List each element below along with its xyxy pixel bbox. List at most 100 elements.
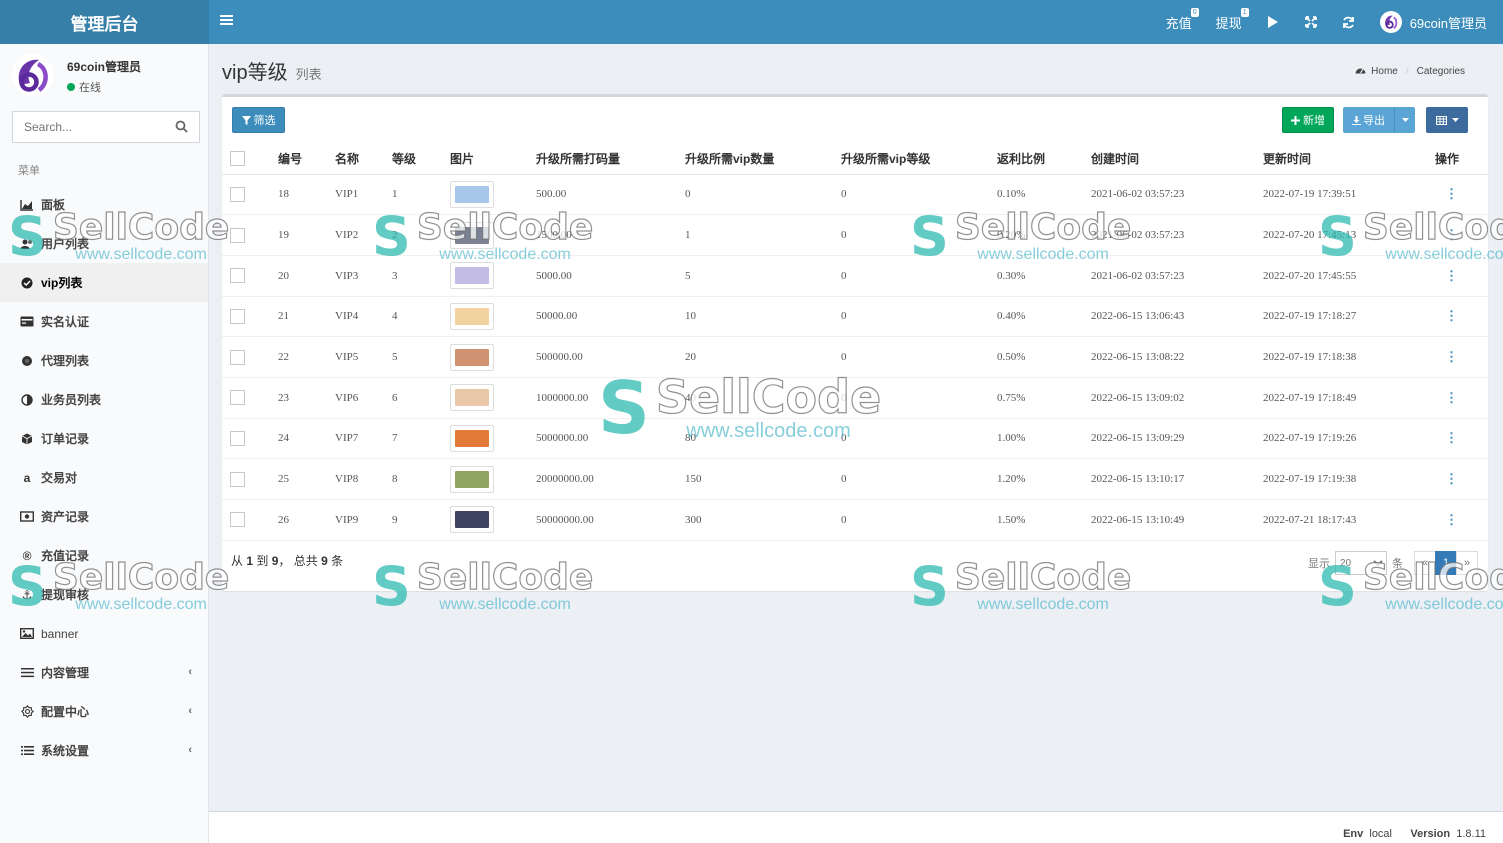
vip-thumbnail[interactable] xyxy=(450,465,494,493)
dashboard-icon xyxy=(1355,65,1366,77)
sidebar-item-realname[interactable]: 实名认证 xyxy=(0,302,208,341)
breadcrumb-home[interactable]: Home xyxy=(1371,66,1398,77)
sidebar-item-content[interactable]: 内容管理 ‹ xyxy=(0,653,208,692)
user-menu[interactable]: 69coin管理员 xyxy=(1368,0,1503,44)
row-actions-icon[interactable]: ⋮ xyxy=(1445,471,1458,486)
sidebar-item-config[interactable]: 配置中心 ‹ xyxy=(0,692,208,731)
select-all-checkbox[interactable] xyxy=(230,151,245,167)
page-1-button[interactable]: 1 xyxy=(1435,551,1457,575)
vip-thumbnail[interactable] xyxy=(450,221,494,249)
vip-thumbnail[interactable] xyxy=(450,424,494,452)
row-checkbox[interactable] xyxy=(230,227,245,243)
row-actions-icon[interactable]: ⋮ xyxy=(1445,268,1458,283)
vip-thumbnail[interactable] xyxy=(450,343,494,371)
column-selector-button[interactable] xyxy=(1426,107,1468,133)
row-checkbox[interactable] xyxy=(230,512,245,528)
sidebar-item-salesmen[interactable]: 业务员列表 xyxy=(0,380,208,419)
export-label: 导出 xyxy=(1363,115,1385,127)
sidebar-item-banner[interactable]: banner xyxy=(0,614,208,653)
money-icon xyxy=(20,510,34,524)
cell-viplevel: 0 xyxy=(841,296,997,338)
sidebar-item-recharge-records[interactable]: ® 充值记录 xyxy=(0,536,208,575)
vip-thumbnail[interactable] xyxy=(450,384,494,412)
cell-viplevel: 0 xyxy=(841,174,997,216)
column-header[interactable]: 创建时间 xyxy=(1091,144,1263,175)
row-actions-icon[interactable]: ⋮ xyxy=(1445,227,1458,242)
sidebar-item-orders[interactable]: 订单记录 xyxy=(0,419,208,458)
row-checkbox[interactable] xyxy=(230,186,245,202)
column-header[interactable]: 返利比例 xyxy=(997,144,1091,175)
version-value: 1.8.11 xyxy=(1456,828,1486,840)
table-row: 21 VIP4 4 50000.00 10 0 0.40% 2022-06-15 13:06:… xyxy=(222,296,1488,338)
vip-thumbnail[interactable] xyxy=(450,180,494,208)
row-checkbox[interactable] xyxy=(230,349,245,365)
cell-viplevel: 0 xyxy=(841,377,997,419)
chevron-left-icon: ‹ xyxy=(188,666,192,678)
column-header[interactable]: 升级所需vip等级 xyxy=(841,144,997,175)
sidebar-item-users[interactable]: 用户列表 xyxy=(0,224,208,263)
row-actions-icon[interactable]: ⋮ xyxy=(1445,430,1458,445)
chevron-left-icon: ‹ xyxy=(188,744,192,756)
sidebar-item-label: 用户列表 xyxy=(41,237,90,251)
withdraw-nav-link[interactable]: 提现 1 xyxy=(1204,0,1254,44)
sidebar-item-withdraw-review[interactable]: ⚓ 提现审核 xyxy=(0,575,208,614)
row-checkbox[interactable] xyxy=(230,268,245,284)
sidebar-toggle-icon[interactable] xyxy=(220,13,233,30)
prev-page-button[interactable]: « xyxy=(1414,551,1436,575)
vip-table: 编号 名称 等级 图片 升级所需打码量 升级所需vip数量 升级所需vip等级 … xyxy=(222,144,1488,541)
search-icon[interactable] xyxy=(175,120,189,134)
vip-card-swatch xyxy=(455,429,489,447)
cell-level: 1 xyxy=(392,174,450,216)
cell-rebate: 1.00% xyxy=(997,418,1091,460)
column-header[interactable]: 编号 xyxy=(278,144,335,175)
next-page-button[interactable]: » xyxy=(1456,551,1478,575)
cell-viplevel: 0 xyxy=(841,255,997,297)
export-button[interactable]: 导出 xyxy=(1343,107,1395,133)
column-header[interactable]: 升级所需打码量 xyxy=(536,144,685,175)
vip-thumbnail[interactable] xyxy=(450,506,494,534)
recharge-nav-link[interactable]: 充值 0 xyxy=(1154,0,1204,44)
row-actions-icon[interactable]: ⋮ xyxy=(1445,186,1458,201)
sidebar-item-agents[interactable]: 代理列表 xyxy=(0,341,208,380)
cell-name: VIP7 xyxy=(335,418,392,460)
vip-thumbnail[interactable] xyxy=(450,302,494,330)
info-total: 9 xyxy=(321,554,328,568)
row-checkbox[interactable] xyxy=(230,390,245,406)
sidebar-search-input[interactable] xyxy=(13,112,163,142)
sidebar-item-dashboard[interactable]: 面板 xyxy=(0,185,208,224)
sidebar-item-system[interactable]: 系统设置 ‹ xyxy=(0,731,208,770)
column-header[interactable]: 名称 xyxy=(335,144,392,175)
cell-image xyxy=(450,377,536,419)
sidebar-item-vip[interactable]: vip列表 xyxy=(0,263,208,302)
cell-level: 9 xyxy=(392,499,450,541)
app-logo[interactable]: 管理后台 xyxy=(0,0,209,44)
filter-button[interactable]: 筛选 xyxy=(232,107,285,133)
new-button[interactable]: 新增 xyxy=(1282,107,1334,133)
page-size-select[interactable]: 20 xyxy=(1335,551,1387,575)
column-header[interactable]: 等级 xyxy=(392,144,450,175)
column-header[interactable]: 升级所需vip数量 xyxy=(685,144,841,175)
export-dropdown-toggle[interactable] xyxy=(1395,107,1415,133)
list-icon xyxy=(20,666,34,680)
fullscreen-icon[interactable] xyxy=(1292,0,1330,44)
cell-viplevel: 0 xyxy=(841,458,997,500)
row-actions-icon[interactable]: ⋮ xyxy=(1445,512,1458,527)
sidebar-item-assets[interactable]: 资产记录 xyxy=(0,497,208,536)
row-checkbox[interactable] xyxy=(230,471,245,487)
cell-bet: 1000000.00 xyxy=(536,377,685,419)
vip-thumbnail[interactable] xyxy=(450,262,494,290)
row-actions-icon[interactable]: ⋮ xyxy=(1445,308,1458,323)
row-checkbox[interactable] xyxy=(230,308,245,324)
sidebar-item-pairs[interactable]: a 交易对 xyxy=(0,458,208,497)
play-icon[interactable] xyxy=(1254,0,1292,44)
sidebar-item-label: 交易对 xyxy=(41,471,78,485)
row-actions-icon[interactable]: ⋮ xyxy=(1445,349,1458,364)
sidebar-item-label: 提现审核 xyxy=(41,588,90,602)
cell-vipcount: 150 xyxy=(685,458,841,500)
column-header[interactable]: 更新时间 xyxy=(1263,144,1435,175)
row-actions-icon[interactable]: ⋮ xyxy=(1445,390,1458,405)
refresh-icon[interactable] xyxy=(1330,0,1368,44)
column-header[interactable]: 图片 xyxy=(450,144,536,175)
cell-viplevel: 0 xyxy=(841,418,997,460)
row-checkbox[interactable] xyxy=(230,430,245,446)
